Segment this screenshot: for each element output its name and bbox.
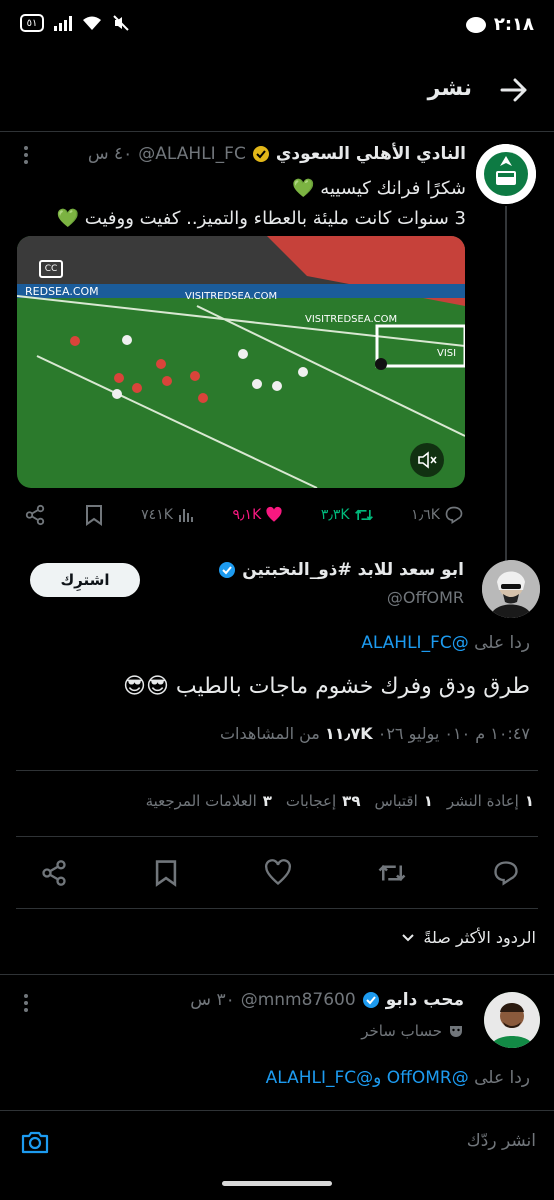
verified-badge-icon: [219, 562, 236, 578]
wifi-icon: [83, 16, 101, 30]
views-count: ١١٫٧K: [324, 724, 373, 743]
repost-icon: [354, 509, 373, 521]
tweet-timestamp: ١٠:٤٧ م ٠١٠ يوليو ٠٢٦: [377, 724, 530, 743]
page-title: نشر: [427, 76, 472, 101]
parody-label: حساب ساخر: [361, 1022, 464, 1040]
stat-quotes[interactable]: ١اقتباس: [374, 792, 432, 810]
more-options-icon[interactable]: [24, 994, 28, 1012]
profile-photo-icon: [482, 560, 540, 618]
reply-stat[interactable]: ١٫٦K: [411, 505, 464, 525]
captions-icon[interactable]: CC: [39, 260, 63, 278]
replies-sort-dropdown[interactable]: الردود الأكثر صلةً: [401, 928, 536, 947]
mute-icon: [113, 15, 129, 31]
replying-to: ردا على @ALAHLI_FC: [361, 633, 530, 653]
engagement-stats: ١إعادة النشر ١اقتباس ٣٩إعجابات ٣العلامات…: [146, 792, 534, 810]
bookmark-icon[interactable]: [153, 859, 179, 887]
views-label: من المشاهدات: [219, 724, 320, 743]
subscribe-button[interactable]: اشترِك: [30, 563, 140, 597]
repost-icon[interactable]: [377, 860, 407, 886]
share-icon[interactable]: [24, 504, 46, 526]
reply-count: ١٫٦K: [411, 507, 440, 523]
like-count: ٩٫١K: [232, 507, 262, 523]
views-icon: [178, 509, 193, 522]
divider: [16, 770, 538, 771]
divider: [0, 974, 554, 975]
video-ad-text: VISI: [437, 348, 456, 359]
tweet-age: ٣٠ س: [190, 990, 235, 1010]
reply-icon: [445, 506, 463, 525]
chevron-down-icon: [402, 933, 415, 941]
video-ad-text: VISITREDSEA.COM: [185, 291, 277, 302]
avatar[interactable]: [484, 992, 540, 1048]
reply-icon[interactable]: [492, 859, 520, 887]
bookmark-icon[interactable]: [84, 504, 104, 526]
compose-bar: انشر ردّك: [0, 1110, 554, 1200]
stat-bookmarks[interactable]: ٣العلامات المرجعية: [146, 792, 272, 810]
author-handle[interactable]: @OffOMR: [387, 588, 464, 607]
repost-stat[interactable]: ٣٫٣K: [321, 506, 374, 524]
reply-input[interactable]: انشر ردّك: [467, 1131, 536, 1151]
gold-verified-badge-icon: [252, 146, 269, 162]
video-frame: REDSEA.COM VISITREDSEA.COM VISITREDSEA.C…: [17, 236, 465, 488]
like-icon[interactable]: [264, 859, 292, 887]
tweet-text: شكرًا فرانك كيسييه 💚 3 سنوات كانت مليئة …: [16, 174, 466, 234]
status-indicators: ٥١: [20, 14, 130, 32]
author-row: ابو سعد للابد #ذو_النخبتين: [218, 560, 464, 580]
signal-icon: [54, 15, 72, 31]
replying-to: ردا على @OffOMR و@ALAHLI_FC: [266, 1068, 530, 1088]
avatar[interactable]: [482, 560, 540, 618]
tweet-actions: ٧٤١K ٩٫١K ٣٫٣K ١٫٦K: [24, 500, 464, 530]
back-arrow-icon[interactable]: [498, 74, 530, 106]
author-row: محب دابو @mnm87600 ٣٠ س: [190, 990, 464, 1010]
video-ad-text: REDSEA.COM: [25, 285, 99, 298]
status-app-icon: [466, 17, 486, 33]
parody-text: حساب ساخر: [361, 1022, 442, 1040]
replying-to-label: ردا على: [474, 1068, 530, 1088]
tweet-text-line: شكرًا فرانك كيسييه 💚: [292, 178, 466, 199]
profile-photo-icon: [484, 992, 540, 1048]
author-name[interactable]: ابو سعد للابد #ذو_النخبتين: [242, 560, 464, 580]
thread-line: [505, 206, 507, 564]
author-name[interactable]: محب دابو: [386, 990, 464, 1010]
main-tweet-actions: [40, 856, 520, 890]
tweet-text: طرق ودق وفرك خشوم ماجات بالطيب 😎😎: [123, 674, 530, 699]
author-handle[interactable]: @ALAHLI_FC: [138, 144, 246, 164]
repost-count: ٣٫٣K: [320, 507, 350, 523]
gesture-nav-bar[interactable]: [222, 1181, 332, 1186]
tweet-meta: ١٠:٤٧ م ٠١٠ يوليو ٠٢٦ ١١٫٧K من المشاهدات: [220, 724, 530, 743]
battery-icon: ٥١: [20, 14, 44, 32]
battery-level: ٥١: [26, 17, 38, 29]
replying-to-handle[interactable]: @ALAHLI_FC: [361, 633, 469, 653]
camera-icon[interactable]: [20, 1127, 50, 1157]
views-stat[interactable]: ٧٤١K: [141, 506, 195, 524]
club-logo-icon: [476, 144, 536, 204]
divider: [16, 836, 538, 837]
author-handle[interactable]: @mnm87600: [241, 990, 356, 1010]
more-options-icon[interactable]: [24, 146, 28, 164]
mute-video-icon[interactable]: [409, 442, 445, 478]
tweet-text-line: 3 سنوات كانت مليئة بالعطاء والتميز.. كفي…: [56, 208, 466, 229]
tweet-age: ٤٠ س: [87, 144, 133, 164]
avatar[interactable]: [476, 144, 536, 204]
status-time: ٢:١٨: [493, 14, 534, 35]
stat-reposts[interactable]: ١إعادة النشر: [447, 792, 534, 810]
replying-to-label: ردا على: [474, 633, 530, 653]
views-count: ٧٤١K: [141, 507, 173, 523]
tweet-video[interactable]: REDSEA.COM VISITREDSEA.COM VISITREDSEA.C…: [17, 236, 465, 488]
heart-filled-icon: [266, 506, 282, 522]
replying-to-handles[interactable]: @OffOMR و@ALAHLI_FC: [266, 1068, 469, 1088]
divider: [16, 908, 538, 909]
parody-mask-icon: [450, 1026, 462, 1037]
verified-badge-icon: [362, 992, 379, 1008]
header: نشر: [0, 52, 554, 132]
author-row: النادي الأهلي السعودي @ALAHLI_FC ٤٠ س: [88, 144, 466, 164]
stat-likes[interactable]: ٣٩إعجابات: [286, 792, 361, 810]
share-icon[interactable]: [40, 859, 68, 887]
like-stat[interactable]: ٩٫١K: [232, 506, 283, 524]
status-bar: ٢:١٨ ٥١: [0, 0, 554, 52]
sort-label: الردود الأكثر صلةً: [423, 928, 536, 947]
author-name[interactable]: النادي الأهلي السعودي: [276, 144, 466, 164]
video-ad-text: VISITREDSEA.COM: [305, 314, 397, 325]
